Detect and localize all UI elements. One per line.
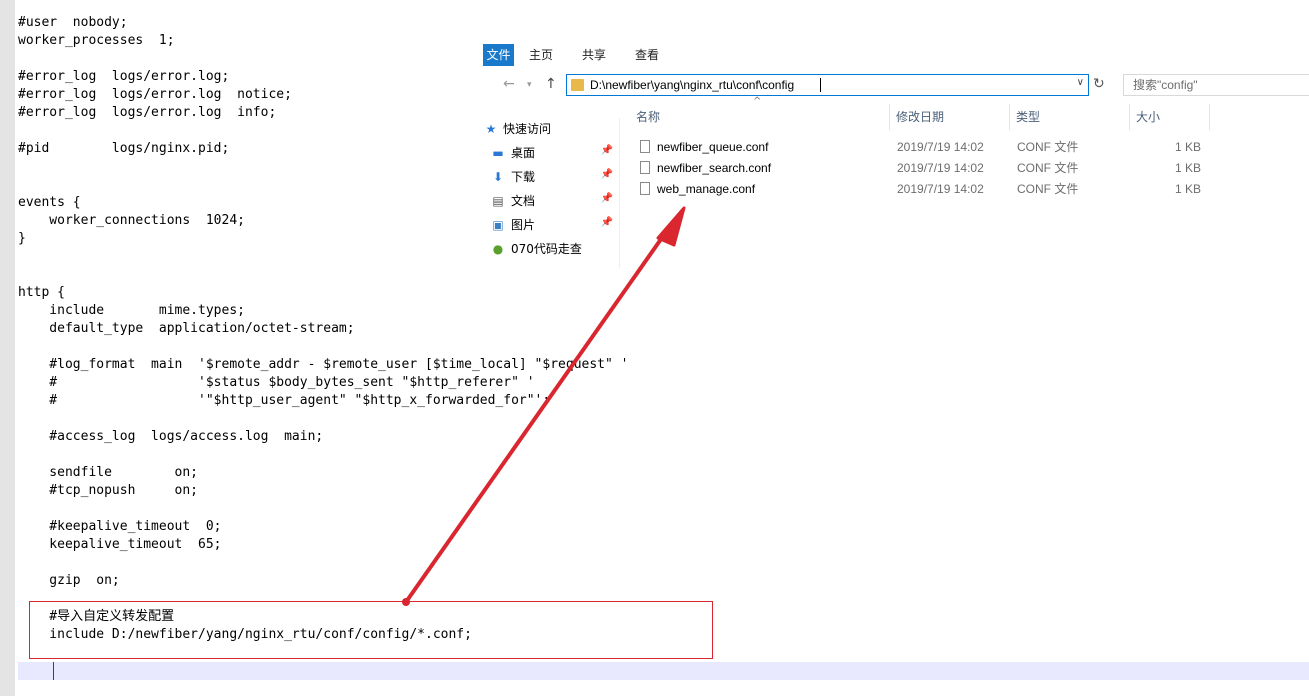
search-placeholder: 搜索"config" [1133, 78, 1198, 92]
file-name: web_manage.conf [657, 182, 756, 196]
tab-file[interactable]: 文件 [483, 44, 514, 66]
file-row[interactable]: newfiber_queue.conf 2019/7/19 14:02 CONF 文… [630, 137, 1210, 158]
nav-item-label: 070代码走查 [511, 242, 582, 256]
code-line: include mime.types; [18, 303, 245, 318]
file-explorer-window: 文件 主页 共享 查看 ← ▾ ↑ D:\newfiber\yang\nginx… [483, 40, 1309, 268]
tab-home[interactable]: 主页 [529, 44, 553, 66]
nav-item[interactable]: ★ 快速访问 [483, 118, 618, 140]
tab-share[interactable]: 共享 [582, 44, 606, 66]
code-line: gzip on; [18, 573, 120, 588]
file-size: 1 KB [1175, 182, 1202, 196]
folder-icon [571, 79, 584, 91]
back-arrow-icon[interactable]: ← [503, 76, 515, 92]
nav-item-label: 下载 [511, 170, 536, 184]
annotation-highlight-box [29, 601, 713, 659]
nav-item[interactable]: ▣ 图片 📌 [483, 214, 618, 236]
file-date: 2019/7/19 14:02 [897, 140, 984, 154]
code-line: #access_log logs/access.log main; [18, 429, 324, 444]
download-icon: ⬇ [492, 170, 504, 184]
file-icon [640, 140, 650, 153]
file-name: newfiber_search.conf [657, 161, 772, 175]
file-date: 2019/7/19 14:02 [897, 161, 984, 175]
search-input[interactable]: 搜索"config" [1123, 74, 1309, 96]
address-path[interactable]: D:\newfiber\yang\nginx_rtu\conf\config [590, 75, 794, 95]
file-type: CONF 文件 [1017, 161, 1079, 175]
tab-view[interactable]: 查看 [635, 44, 659, 66]
editor-gutter [0, 0, 15, 696]
file-row[interactable]: newfiber_search.conf 2019/7/19 14:02 CONF … [630, 158, 1210, 179]
column-header-type[interactable]: 类型 [1010, 104, 1130, 130]
nav-item[interactable]: ● 070代码走查 [483, 238, 618, 260]
file-name: newfiber_queue.conf [657, 140, 769, 154]
nav-item-label: 文档 [511, 194, 536, 208]
file-type: CONF 文件 [1017, 182, 1079, 196]
code-line: #log_format main '$remote_addr - $remote… [18, 357, 629, 372]
text-caret [53, 662, 54, 680]
code-line: #tcp_nopush on; [18, 483, 199, 498]
nav-item[interactable]: ▤ 文档 📌 [483, 190, 618, 212]
column-header-name[interactable]: 名称 [630, 104, 890, 130]
pin-icon[interactable]: 📌 [601, 193, 613, 204]
refresh-icon[interactable]: ↻ [1093, 76, 1105, 92]
document-icon: ▤ [492, 194, 504, 208]
code-line: #keepalive_timeout 0; [18, 519, 222, 534]
sort-ascending-icon: ^ [753, 96, 762, 107]
pin-icon[interactable]: 📌 [601, 169, 613, 180]
navigation-pane: ★ 快速访问 ▬ 桌面 📌 ⬇ 下载 📌 ▤ 文档 📌 ▣ 图片 📌 ● 070代码走查 [483, 118, 620, 268]
pin-icon[interactable]: 📌 [601, 217, 613, 228]
address-row: ← ▾ ↑ D:\newfiber\yang\nginx_rtu\conf\co… [483, 72, 1309, 100]
file-date: 2019/7/19 14:02 [897, 182, 984, 196]
code-line: #user nobody; [18, 15, 128, 30]
nav-item-label: 桌面 [511, 146, 536, 160]
column-header-size[interactable]: 大小 [1130, 104, 1210, 130]
current-line-highlight [18, 662, 1309, 680]
file-size: 1 KB [1175, 161, 1202, 175]
file-row[interactable]: web_manage.conf 2019/7/19 14:02 CONF 文件 1 K… [630, 179, 1210, 200]
recent-dropdown-icon[interactable]: ▾ [527, 80, 532, 90]
code-line: keepalive_timeout 65; [18, 537, 222, 552]
desktop-icon: ▬ [492, 146, 504, 160]
file-icon [640, 182, 650, 195]
code-line: http { [18, 285, 65, 300]
nav-item-label: 快速访问 [503, 122, 552, 136]
address-bar[interactable]: D:\newfiber\yang\nginx_rtu\conf\config ∨ [566, 74, 1089, 96]
column-header-date[interactable]: 修改日期 [890, 104, 1010, 130]
pin-icon[interactable]: 📌 [601, 145, 613, 156]
code-line: sendfile on; [18, 465, 199, 480]
file-size: 1 KB [1175, 140, 1202, 154]
chevron-down-icon[interactable]: ∨ [1077, 77, 1084, 88]
pane-divider [619, 118, 620, 268]
nav-item[interactable]: ▬ 桌面 📌 [483, 142, 618, 164]
file-type: CONF 文件 [1017, 140, 1079, 154]
code-line: # '$status $body_bytes_sent "$http_refer… [18, 375, 535, 390]
picture-icon: ▣ [492, 218, 504, 232]
code-line: default_type application/octet-stream; [18, 321, 355, 336]
nav-item-label: 图片 [511, 218, 536, 232]
file-icon [640, 161, 650, 174]
nav-item[interactable]: ⬇ 下载 📌 [483, 166, 618, 188]
folder-icon: ● [492, 242, 504, 256]
up-arrow-icon[interactable]: ↑ [545, 76, 557, 92]
ribbon-tabs: 文件 主页 共享 查看 [483, 40, 1309, 68]
code-line: # '"$http_user_agent" "$http_x_forwarded… [18, 393, 551, 408]
address-caret [820, 78, 821, 92]
star-icon: ★ [485, 122, 497, 136]
